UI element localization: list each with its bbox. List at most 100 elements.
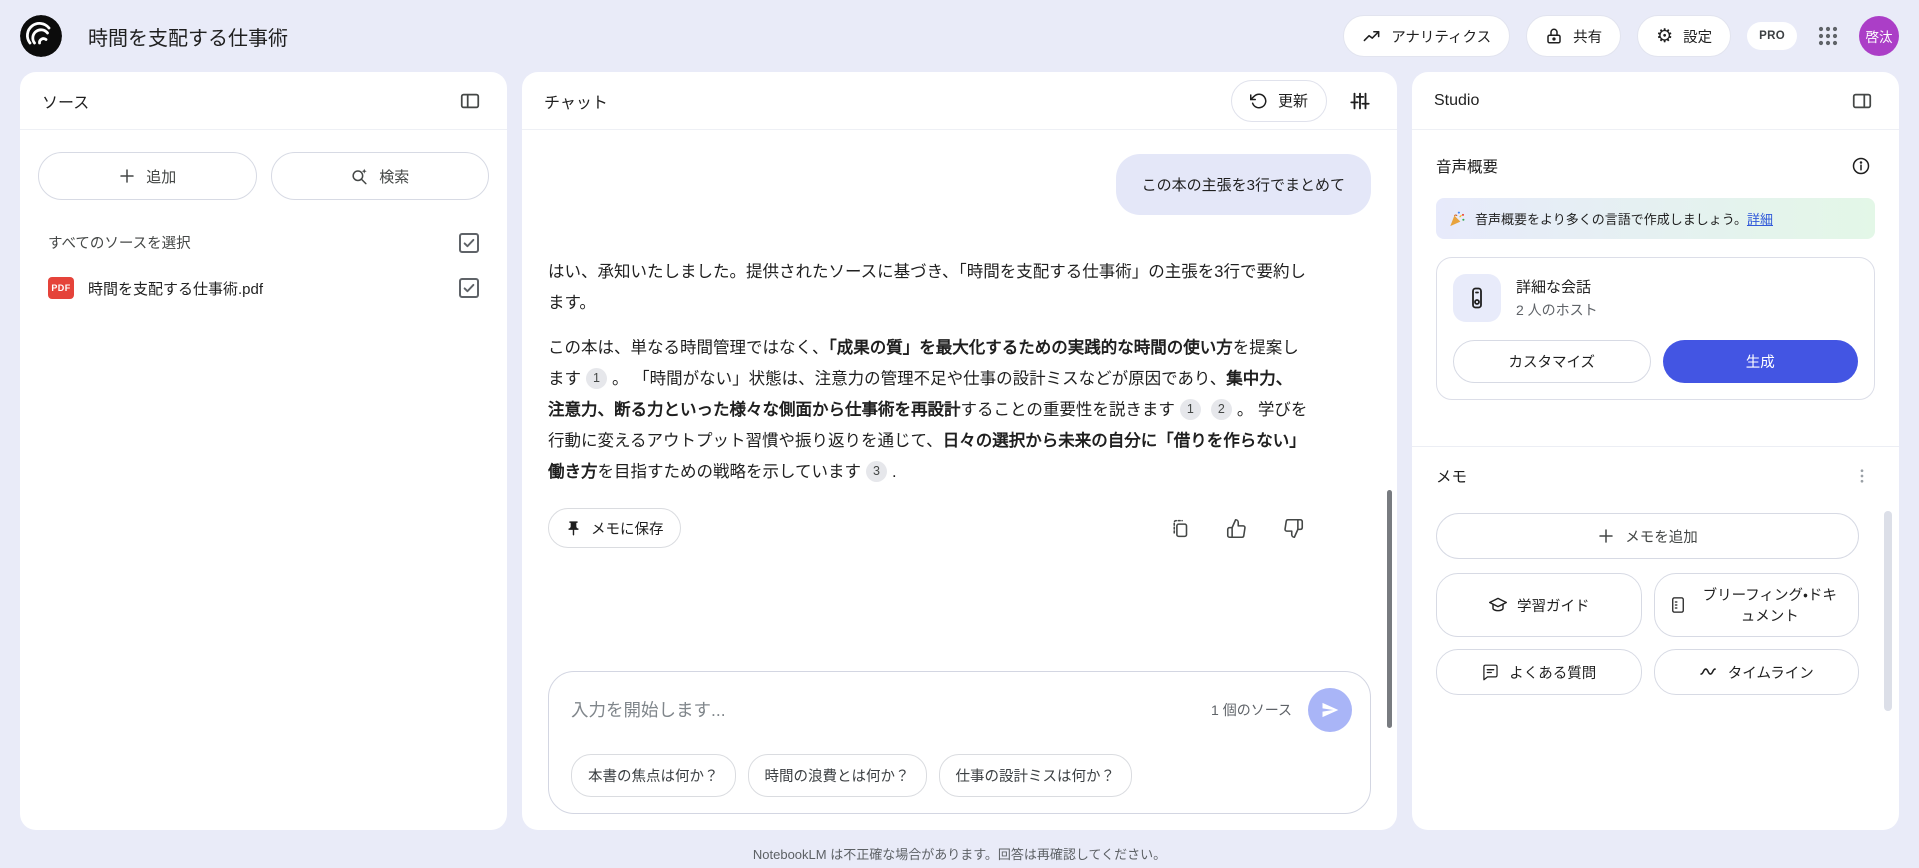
share-label: 共有: [1573, 29, 1603, 46]
speaker-device-icon: [1453, 274, 1501, 322]
notes-header: メモ: [1436, 463, 1875, 489]
copy-button[interactable]: [1165, 514, 1194, 543]
banner-details-link[interactable]: 詳細: [1747, 212, 1773, 227]
customize-button[interactable]: カスタマイズ: [1453, 340, 1651, 383]
briefing-doc-label: ブリーフィング・ドキュメント: [1702, 588, 1837, 625]
apps-grid-icon[interactable]: [1813, 21, 1843, 51]
header-right: アナリティクス 共有 ⚙ 設定 PRO 啓汰: [1343, 15, 1899, 57]
analytics-button[interactable]: アナリティクス: [1343, 15, 1511, 57]
briefing-doc-button[interactable]: ブリーフィング・ドキュメント: [1653, 573, 1859, 637]
collapse-studio-panel-button[interactable]: [1847, 86, 1877, 116]
chat-input-container: 1 個のソース 本書の焦点は何か？ 時間の浪費とは何か？ 仕事の設計ミスは何か？: [548, 671, 1371, 814]
studio-scrollbar[interactable]: [1884, 511, 1892, 711]
suggestion-chip[interactable]: 時間の浪費とは何か？: [747, 754, 927, 797]
banner-text: 音声概要をより多くの言語で作成しましょう。詳細: [1475, 209, 1773, 228]
party-popper-icon: [1450, 211, 1465, 226]
pdf-file-icon: PDF: [48, 277, 74, 299]
audio-card-subtitle: 2 人のホスト: [1516, 302, 1598, 318]
assistant-message: はい、承知いたしました。提供されたソースに基づき、「時間を支配する仕事術」の主張…: [548, 257, 1308, 488]
add-note-label: メモを追加: [1625, 529, 1698, 546]
add-note-button[interactable]: メモを追加: [1436, 513, 1859, 559]
plus-icon: [120, 169, 134, 183]
gear-icon: ⚙: [1656, 25, 1674, 47]
add-source-label: 追加: [146, 168, 177, 186]
banner-message: 音声概要をより多くの言語で作成しましょう。: [1475, 212, 1747, 227]
settings-button[interactable]: ⚙ 設定: [1637, 15, 1732, 57]
suggested-questions: 本書の焦点は何か？ 時間の浪費とは何か？ 仕事の設計ミスは何か？: [571, 754, 1352, 797]
disclaimer-text: NotebookLM は不正確な場合があります。回答は再確認してください。: [752, 847, 1167, 862]
faq-label: よくある質問: [1509, 665, 1597, 682]
notebook-title: 時間を支配する仕事術: [88, 27, 288, 50]
source-checkbox[interactable]: [459, 278, 479, 298]
feedback-icons: [1165, 514, 1308, 543]
audio-info-button[interactable]: [1847, 152, 1875, 180]
settings-label: 設定: [1683, 29, 1713, 46]
assistant-paragraph: この本は、単なる時間管理ではなく、「成果の質」を最大化するための実践的な時間の使…: [548, 339, 1308, 482]
refresh-icon: [1249, 93, 1267, 108]
select-all-checkbox[interactable]: [459, 232, 479, 253]
add-source-button[interactable]: 追加: [38, 152, 257, 200]
chat-input[interactable]: [571, 699, 1196, 721]
graduation-cap-icon: [1488, 597, 1508, 612]
note-tools-grid: 学習ガイド ブリーフィング・ドキュメント よくある質問 タイムライン: [1436, 573, 1859, 695]
audio-overview-header: 音声概要: [1436, 152, 1875, 180]
copy-icon: [1173, 519, 1188, 537]
source-actions: 追加 検索: [20, 130, 507, 210]
top-header: 時間を支配する仕事術 アナリティクス 共有 ⚙ 設定 PRO 啓汰: [20, 0, 1899, 72]
analytics-label: アナリティクス: [1391, 29, 1492, 46]
refresh-chat-button[interactable]: 更新: [1230, 79, 1327, 122]
studio-panel: Studio 音声概要 音声概要をより多くの言語で作成しましょう。詳細 詳細な会…: [1412, 72, 1899, 830]
check-icon: [463, 238, 475, 247]
studio-panel-header: Studio: [1412, 72, 1899, 130]
citation-chip[interactable]: 2: [1210, 399, 1232, 420]
refresh-label: 更新: [1277, 93, 1308, 110]
send-button[interactable]: [1308, 688, 1352, 732]
language-promo-banner: 音声概要をより多くの言語で作成しましょう。詳細: [1436, 198, 1875, 239]
notes-menu-button[interactable]: [1849, 463, 1875, 489]
timeline-button[interactable]: タイムライン: [1653, 649, 1859, 695]
collapse-sources-panel-button[interactable]: [455, 86, 485, 116]
save-to-note-button[interactable]: メモに保存: [548, 508, 681, 548]
audio-card-buttons: カスタマイズ 生成: [1453, 340, 1858, 383]
citation-chip[interactable]: 3: [866, 461, 888, 482]
select-all-row: すべてのソースを選択: [20, 210, 507, 263]
study-guide-label: 学習ガイド: [1517, 598, 1590, 615]
chat-message-area: この本の主張を3行でまとめて はい、承知いたしました。提供されたソースに基づき、…: [522, 130, 1397, 830]
source-list-item[interactable]: PDF 時間を支配する仕事術.pdf: [20, 263, 507, 313]
notes-content: メモを追加 学習ガイド ブリーフィング・ドキュメント よくある質問 タイムライン: [1436, 513, 1875, 695]
panel-collapse-icon: [460, 93, 480, 108]
audio-overview-section: 音声概要 音声概要をより多くの言語で作成しましょう。詳細 詳細な会話 2 人のホ…: [1412, 130, 1899, 424]
search-sources-button[interactable]: 検索: [270, 152, 489, 200]
audio-overview-title: 音声概要: [1436, 159, 1499, 176]
sources-panel-title: ソース: [42, 94, 90, 112]
chat-scrollbar[interactable]: [1387, 490, 1392, 728]
plus-icon: [1599, 529, 1613, 543]
faq-button[interactable]: よくある質問: [1436, 649, 1642, 695]
thumbs-down-button[interactable]: [1279, 514, 1308, 543]
citation-chip[interactable]: 1: [586, 368, 607, 389]
chat-settings-button[interactable]: [1345, 86, 1375, 116]
study-guide-button[interactable]: 学習ガイド: [1436, 573, 1642, 637]
chat-panel: チャット 更新 この本の主張を3行でまとめて はい、承知いたしました。提供された…: [522, 72, 1397, 830]
share-button[interactable]: 共有: [1526, 15, 1622, 57]
message-actions-row: メモに保存: [548, 508, 1308, 548]
info-icon: [1852, 157, 1870, 175]
thumbs-up-button[interactable]: [1222, 514, 1251, 543]
generate-button[interactable]: 生成: [1662, 340, 1858, 383]
trending-up-icon: [1363, 30, 1380, 41]
timeline-wave-icon: [1700, 668, 1716, 675]
lock-icon: [1547, 28, 1561, 44]
send-icon: [1322, 702, 1339, 718]
save-to-note-label: メモに保存: [591, 521, 664, 538]
panel-collapse-icon: [1852, 93, 1872, 108]
kebab-menu-icon: [1860, 469, 1864, 483]
audio-card-title: 詳細な会話: [1516, 279, 1592, 296]
chat-input-row: 1 個のソース: [571, 688, 1352, 732]
avatar[interactable]: 啓汰: [1859, 16, 1899, 56]
sources-panel-header: ソース: [20, 72, 507, 130]
suggestion-chip[interactable]: 仕事の設計ミスは何か？: [938, 754, 1132, 797]
audio-overview-card: 詳細な会話 2 人のホスト カスタマイズ 生成: [1436, 257, 1875, 400]
timeline-label: タイムライン: [1727, 665, 1814, 682]
suggestion-chip[interactable]: 本書の焦点は何か？: [571, 754, 736, 797]
citation-chip[interactable]: 1: [1179, 399, 1201, 420]
